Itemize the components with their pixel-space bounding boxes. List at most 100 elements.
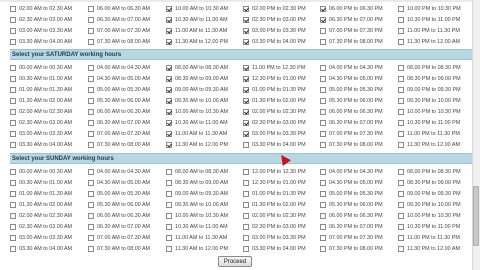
- time-slot-option[interactable]: 09.00 AM to 09.30 AM: [166, 84, 228, 95]
- time-slot-option[interactable]: 06.00 PM to 06.30 PM: [320, 3, 383, 14]
- time-slot-checkbox[interactable]: [398, 38, 404, 45]
- time-slot-option[interactable]: 01.00 AM to 01.30 AM: [10, 84, 72, 95]
- time-slot-option[interactable]: 06.00 AM to 06.30 AM: [88, 210, 150, 221]
- time-slot-checkbox[interactable]: [243, 212, 249, 219]
- time-slot-checkbox[interactable]: [320, 130, 326, 137]
- time-slot-checkbox[interactable]: [320, 179, 326, 186]
- time-slot-option[interactable]: 08.00 AM to 08.30 AM: [166, 166, 228, 177]
- time-slot-option[interactable]: 08.30 PM to 09.00 PM: [398, 177, 461, 188]
- time-slot-option[interactable]: 05.00 PM to 05.30 PM: [320, 84, 383, 95]
- time-slot-checkbox[interactable]: [10, 64, 16, 71]
- time-slot-option[interactable]: 08.30 AM to 09.00 AM: [166, 73, 228, 84]
- time-slot-checkbox[interactable]: [88, 201, 94, 208]
- time-slot-checkbox[interactable]: [88, 234, 94, 241]
- proceed-button[interactable]: Proceed: [218, 256, 252, 267]
- time-slot-option[interactable]: 02.00 PM to 02.30 PM: [243, 106, 306, 117]
- time-slot-option[interactable]: 10.00 AM to 10.30 AM: [166, 3, 228, 14]
- time-slot-checkbox[interactable]: [398, 223, 404, 230]
- time-slot-option[interactable]: 06.30 PM to 07.00 PM: [320, 14, 383, 25]
- time-slot-checkbox[interactable]: [398, 64, 404, 71]
- time-slot-option[interactable]: 11.00 PM to 11.30 PM: [398, 25, 460, 36]
- time-slot-option[interactable]: 07.30 AM to 08.00 AM: [88, 243, 150, 254]
- time-slot-option[interactable]: 09.00 AM to 09.30 AM: [166, 188, 228, 199]
- time-slot-option[interactable]: 11.30 PM to 12.00 AM: [398, 36, 460, 47]
- time-slot-checkbox[interactable]: [88, 64, 94, 71]
- time-slot-checkbox[interactable]: [320, 245, 326, 252]
- time-slot-option[interactable]: 04.00 AM to 04.30 AM: [88, 62, 150, 73]
- time-slot-option[interactable]: 07.00 PM to 07.30 PM: [320, 128, 383, 139]
- time-slot-checkbox[interactable]: [10, 16, 16, 23]
- time-slot-checkbox[interactable]: [398, 108, 404, 115]
- time-slot-checkbox[interactable]: [88, 108, 94, 115]
- time-slot-checkbox[interactable]: [10, 201, 16, 208]
- time-slot-option[interactable]: 07.00 PM to 07.30 PM: [320, 232, 383, 243]
- time-slot-option[interactable]: 10.00 AM to 10.30 AM: [166, 210, 228, 221]
- time-slot-checkbox[interactable]: [398, 190, 404, 197]
- time-slot-option[interactable]: 06.30 AM to 07.00 AM: [88, 117, 150, 128]
- time-slot-checkbox[interactable]: [10, 75, 16, 82]
- time-slot-checkbox[interactable]: [88, 245, 94, 252]
- time-slot-option[interactable]: 07.00 AM to 07.30 AM: [88, 232, 150, 243]
- time-slot-option[interactable]: 10.30 AM to 11.00 AM: [166, 14, 228, 25]
- time-slot-option[interactable]: 09.00 PM to 09.30 PM: [398, 188, 461, 199]
- time-slot-checkbox[interactable]: [243, 190, 249, 197]
- time-slot-checkbox[interactable]: [88, 75, 94, 82]
- time-slot-checkbox[interactable]: [166, 141, 172, 148]
- time-slot-checkbox[interactable]: [320, 108, 326, 115]
- time-slot-checkbox[interactable]: [398, 245, 404, 252]
- time-slot-checkbox[interactable]: [398, 97, 404, 104]
- time-slot-checkbox[interactable]: [10, 38, 16, 45]
- time-slot-checkbox[interactable]: [10, 108, 16, 115]
- time-slot-checkbox[interactable]: [320, 201, 326, 208]
- time-slot-checkbox[interactable]: [10, 234, 16, 241]
- time-slot-option[interactable]: 10.00 PM to 10.30 PM: [398, 3, 461, 14]
- time-slot-option[interactable]: 10.00 PM to 10.30 PM: [398, 210, 461, 221]
- time-slot-option[interactable]: 01.00 PM to 01.30 PM: [243, 188, 306, 199]
- time-slot-option[interactable]: 04.30 AM to 05.00 AM: [88, 73, 150, 84]
- time-slot-option[interactable]: 11.00 PM to 11.30 PM: [398, 232, 460, 243]
- time-slot-option[interactable]: 06.30 AM to 07.00 AM: [88, 14, 150, 25]
- time-slot-option[interactable]: 05.30 AM to 06.00 AM: [88, 95, 150, 106]
- time-slot-option[interactable]: 06.30 PM to 07.00 PM: [320, 117, 383, 128]
- time-slot-checkbox[interactable]: [10, 245, 16, 252]
- time-slot-option[interactable]: 03.30 AM to 04.00 AM: [10, 243, 72, 254]
- time-slot-checkbox[interactable]: [88, 27, 94, 34]
- time-slot-option[interactable]: 11.30 PM to 12.00 AM: [398, 139, 460, 150]
- time-slot-option[interactable]: 07.00 AM to 07.30 AM: [88, 25, 150, 36]
- time-slot-option[interactable]: 02.00 AM to 02.30 AM: [10, 106, 72, 117]
- time-slot-checkbox[interactable]: [320, 234, 326, 241]
- scrollbar-thumb[interactable]: [473, 186, 479, 246]
- time-slot-checkbox[interactable]: [243, 130, 249, 137]
- time-slot-checkbox[interactable]: [243, 179, 249, 186]
- time-slot-checkbox[interactable]: [320, 5, 326, 12]
- time-slot-checkbox[interactable]: [320, 16, 326, 23]
- time-slot-checkbox[interactable]: [320, 86, 326, 93]
- time-slot-checkbox[interactable]: [166, 179, 172, 186]
- time-slot-option[interactable]: 04.00 PM to 04.30 PM: [320, 166, 383, 177]
- time-slot-checkbox[interactable]: [88, 119, 94, 126]
- time-slot-checkbox[interactable]: [166, 86, 172, 93]
- time-slot-option[interactable]: 07.30 AM to 08.00 AM: [88, 36, 150, 47]
- time-slot-checkbox[interactable]: [320, 38, 326, 45]
- time-slot-option[interactable]: 12.30 PM to 01.00 PM: [243, 177, 306, 188]
- time-slot-option[interactable]: 08.30 AM to 09.00 AM: [166, 177, 228, 188]
- time-slot-checkbox[interactable]: [166, 16, 172, 23]
- time-slot-checkbox[interactable]: [243, 141, 249, 148]
- time-slot-checkbox[interactable]: [398, 5, 404, 12]
- time-slot-option[interactable]: 07.00 AM to 07.30 AM: [88, 128, 150, 139]
- time-slot-option[interactable]: 10.00 AM to 10.30 AM: [166, 106, 228, 117]
- time-slot-option[interactable]: 02.30 AM to 03.00 AM: [10, 14, 72, 25]
- time-slot-checkbox[interactable]: [88, 212, 94, 219]
- time-slot-option[interactable]: 10.30 PM to 11.00 PM: [398, 14, 460, 25]
- time-slot-option[interactable]: 11.30 AM to 12.00 PM: [166, 243, 228, 254]
- time-slot-checkbox[interactable]: [88, 130, 94, 137]
- time-slot-option[interactable]: 10.30 AM to 11.00 AM: [166, 117, 228, 128]
- time-slot-option[interactable]: 07.30 AM to 08.00 AM: [88, 139, 150, 150]
- time-slot-option[interactable]: 00.30 AM to 01.00 AM: [10, 73, 72, 84]
- time-slot-checkbox[interactable]: [398, 168, 404, 175]
- time-slot-option[interactable]: 01.30 PM to 02.00 PM: [243, 95, 306, 106]
- time-slot-checkbox[interactable]: [320, 27, 326, 34]
- time-slot-option[interactable]: 07.30 PM to 08.00 PM: [320, 243, 383, 254]
- time-slot-option[interactable]: 04.30 PM to 05.00 PM: [320, 177, 383, 188]
- time-slot-option[interactable]: 05.00 AM to 05.30 AM: [88, 188, 150, 199]
